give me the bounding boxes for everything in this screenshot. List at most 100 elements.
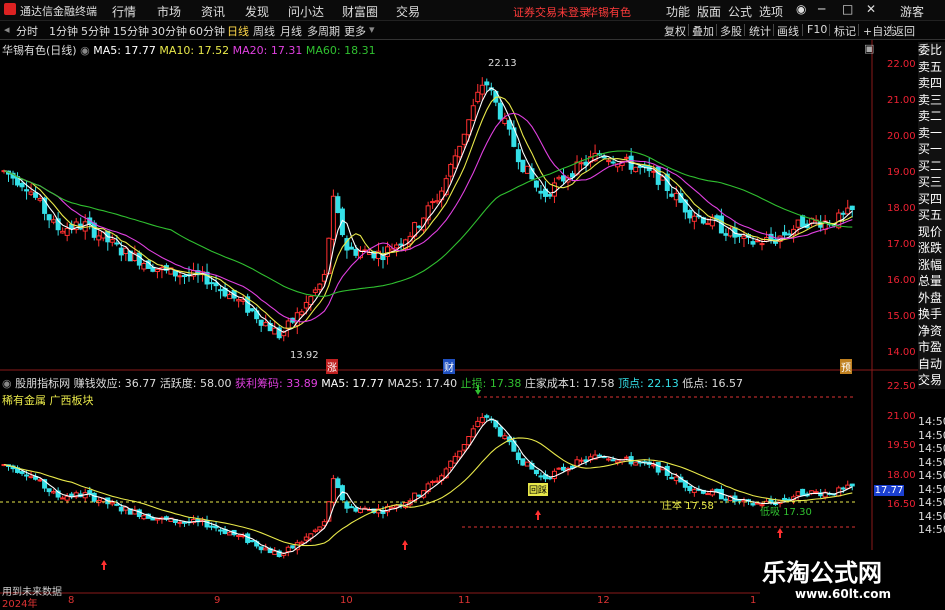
menu-faxian[interactable]: 发现 [245,3,269,20]
tool-f10[interactable]: F10 [807,23,827,36]
candle-body [51,219,57,223]
candle-body [750,503,756,506]
side-panel-item[interactable]: 换手 [918,306,945,323]
side-panel-item[interactable]: 买四 [918,191,945,208]
period-30min[interactable]: 30分钟 [151,23,187,39]
tool-huaxian[interactable]: 画线 [777,23,799,39]
candle-body [547,477,553,480]
period-more-arrow-icon[interactable]: ▾ [369,23,375,36]
side-panel-item[interactable]: 自动 [918,356,945,373]
candle-body [353,248,359,256]
candle-body [209,282,215,285]
candle-body [64,495,70,501]
menu-caifuquan[interactable]: 财富圈 [342,3,378,20]
tool-add-watchlist[interactable]: +自选 [863,23,894,39]
candle-body [434,480,440,483]
tool-tongji[interactable]: 统计 [749,23,771,39]
period-weekly[interactable]: 周线 [253,23,275,39]
candle-body [28,475,34,479]
chart-settings-icon[interactable]: ▣ [864,42,874,55]
side-panel-item[interactable]: 卖二 [918,108,945,125]
period-fenshi[interactable]: 分时 [16,23,38,39]
period-1min[interactable]: 1分钟 [49,23,78,39]
marker-zhang[interactable]: 涨 [326,359,338,374]
lower-side-time: 14:50 [918,509,945,523]
candle-body [723,233,729,236]
minimize-icon[interactable]: ─ [818,2,825,16]
candle-body [515,149,521,163]
menu-shichang[interactable]: 市场 [157,3,181,20]
side-panel-item[interactable]: 总量 [918,273,945,290]
marker-cai[interactable]: 财 [443,359,455,374]
close-icon[interactable]: ✕ [866,2,876,16]
side-panel-item[interactable]: 买二 [918,158,945,175]
menu-zixun[interactable]: 资讯 [201,3,225,20]
side-panel-item[interactable]: 买五 [918,207,945,224]
side-panel-item[interactable]: 买三 [918,174,945,191]
lower-legend-icon[interactable]: ◉ [2,377,12,390]
legend-activity: 活跃度: 58.00 [159,377,232,390]
candle-body [430,201,436,204]
candle-body [475,420,481,428]
guest-label[interactable]: 游客 [900,3,924,20]
side-panel-item[interactable]: 涨幅 [918,257,945,274]
menu-gongneng[interactable]: 功能 [666,3,690,20]
candle-body [37,198,43,201]
period-5min[interactable]: 5分钟 [81,23,110,39]
side-panel-item[interactable]: 买一 [918,141,945,158]
candle-body [24,474,30,477]
candle-body [560,466,566,471]
kline-chart[interactable] [0,40,918,609]
candle-body [741,235,747,239]
menu-banmian[interactable]: 版面 [697,3,721,20]
legend-toggle-icon[interactable]: ◉ [80,44,90,57]
tool-diejia[interactable]: 叠加 [692,23,714,39]
period-monthly[interactable]: 月线 [280,23,302,39]
side-panel-item[interactable]: 交易 [918,372,945,389]
tool-back[interactable]: 返回 [893,23,915,39]
period-prev-icon[interactable]: ◂ [4,23,10,36]
side-panel-item[interactable]: 外盘 [918,290,945,307]
side-panel-item[interactable]: 现价 [918,224,945,241]
candle-body [154,518,160,521]
tool-fuquan[interactable]: 复权 [664,23,686,39]
candle-body [800,488,806,496]
upper-axis-tick: 19.00 [887,167,916,178]
candle-body [118,506,124,512]
tool-biaoji[interactable]: 标记 [834,23,856,39]
period-60min[interactable]: 60分钟 [189,23,225,39]
side-panel-item[interactable]: 卖五 [918,59,945,76]
app-logo-icon [4,3,16,15]
candle-body [330,195,336,240]
candle-body [114,242,120,245]
menu-wenxiaoda[interactable]: 问小达 [288,3,324,20]
tool-duogu[interactable]: 多股 [720,23,742,39]
side-panel-item[interactable]: 卖三 [918,92,945,109]
period-daily[interactable]: 日线 [227,23,249,39]
login-warning[interactable]: 证券交易未登录 [513,4,590,20]
candle-body [335,196,341,214]
side-panel-item[interactable]: 市盈 [918,339,945,356]
side-panel-item[interactable]: 涨跌 [918,240,945,257]
period-multi[interactable]: 多周期 [307,23,340,39]
account-icon[interactable]: ◉ [796,2,806,16]
period-15min[interactable]: 15分钟 [113,23,149,39]
menu-jiaoyi[interactable]: 交易 [396,3,420,20]
period-more[interactable]: 更多 [344,23,366,39]
lower-axis-tick: 22.50 [887,381,916,392]
candle-body [709,489,715,496]
lower-side-time: 14:50 [918,428,945,442]
side-panel-item[interactable]: 卖四 [918,75,945,92]
menu-xuanxiang[interactable]: 选项 [759,3,783,20]
menu-hangqing[interactable]: 行情 [112,3,136,20]
side-panel-item[interactable]: 委比 [918,42,945,59]
candle-body [687,209,693,219]
maximize-icon[interactable]: □ [842,2,853,16]
side-panel-item[interactable]: 净资 [918,323,945,340]
candle-body [434,200,440,203]
side-panel-item[interactable]: 卖一 [918,125,945,142]
menu-gongshi[interactable]: 公式 [728,3,752,20]
candle-body [533,180,539,188]
marker-yu[interactable]: 预 [840,359,852,374]
high-label: 22.13 [488,58,517,69]
